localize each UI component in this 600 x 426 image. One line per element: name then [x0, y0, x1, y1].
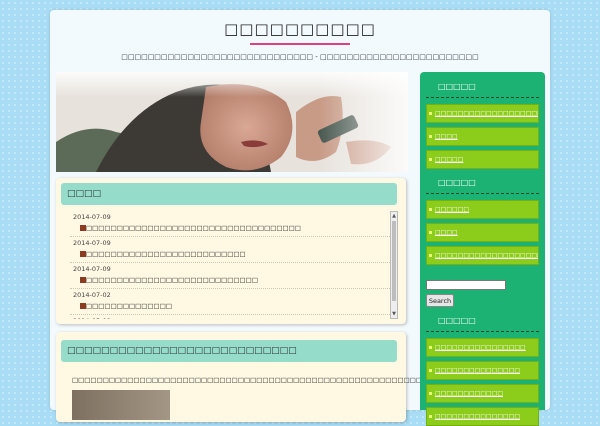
news-item: 2014-07-09 □□□□□□□□□□□□□□□□□□□□□□□□□□□□: [70, 263, 398, 289]
sidebar-item[interactable]: □□□□□□□□□□□□□□□□□□□□□: [426, 104, 539, 123]
bullet-icon: [429, 415, 432, 418]
bullet-icon: [429, 231, 432, 234]
scroll-up-icon[interactable]: ▲: [391, 212, 397, 220]
news-link[interactable]: □□□□□□□□□□□□□□: [86, 302, 172, 310]
news-link[interactable]: □□□□□□□□□□□□□□□□□□□□□□□□□□□□: [86, 276, 258, 284]
title-underline: [250, 43, 350, 45]
site-description: □□□□□□□□□□□□□□□□□□□□□□□□□□□□□ - □□□□□□□□…: [121, 53, 479, 61]
bullet-icon: [429, 135, 432, 138]
sidebar-item[interactable]: □□□□□□□□□□□□: [426, 384, 539, 403]
sidebar-item[interactable]: □□□□□□□□□□□□□□□: [426, 407, 539, 426]
news-date: 2014-07-02: [73, 291, 111, 299]
sidebar-item[interactable]: □□□□□□□□□□□□□□□: [426, 361, 539, 380]
sidebar-heading: □□□□□: [426, 310, 539, 332]
news-item: 2014-07-09 □□□□□□□□□□□□□□□□□□□□□□□□□□□□□…: [70, 211, 398, 237]
news-list[interactable]: 2014-07-09 □□□□□□□□□□□□□□□□□□□□□□□□□□□□□…: [70, 211, 398, 319]
sidebar-item[interactable]: □□□□: [426, 223, 539, 242]
news-date: 2014-07-09: [73, 265, 111, 273]
news-item: 2014-07-02 □□□□□□□□□□□□□□: [70, 289, 398, 315]
hero-image: [56, 72, 408, 172]
news-date: 2014-07-09: [73, 239, 111, 247]
sidebar-heading: □□□□□: [426, 172, 539, 194]
news-link[interactable]: □□□□□□□□□□□□□□□□□□□□□□□□□□: [86, 250, 246, 258]
sidebar: □□□□□ □□□□□□□□□□□□□□□□□□ □□□ □ □□□ □□ □□□ □…: [420, 72, 545, 426]
bullet-icon: [429, 208, 432, 211]
sidebar-heading: □□□□□: [426, 76, 539, 98]
news-date: 2014-05-08: [73, 317, 111, 319]
article-thumbnail: [72, 390, 170, 420]
news-link[interactable]: □□□□□□□□□□□□□□□□□□□□□□□□□□□□□□□□□□□: [86, 224, 301, 232]
news-date: 2014-07-09: [73, 213, 111, 221]
scroll-thumb[interactable]: [392, 221, 396, 301]
bullet-icon: [429, 369, 432, 372]
sidebar-item[interactable]: □□□□□: [426, 150, 539, 169]
site-title[interactable]: □□□□□□□□□□: [50, 20, 550, 38]
bullet-icon: [429, 158, 432, 161]
news-item: 2014-07-09 □□□□□□□□□□□□□□□□□□□□□□□□□□: [70, 237, 398, 263]
bullet-icon: [429, 346, 432, 349]
sidebar-item[interactable]: □□□□□□: [426, 200, 539, 219]
sidebar-item[interactable]: □□□□□□□□□□□□□□□□: [426, 338, 539, 357]
scroll-down-icon[interactable]: ▼: [391, 310, 397, 318]
sidebar-item[interactable]: □□□□□□□□□□□□□□□□□□□□□□: [426, 246, 539, 265]
bullet-icon: [429, 254, 432, 257]
article-box: □□□□□□□□□□□□□□□□□□□□□□□□□□□ □□□□□□□□□□□□…: [56, 332, 434, 422]
article-heading[interactable]: □□□□□□□□□□□□□□□□□□□□□□□□□□□: [61, 340, 397, 362]
sidebar-item[interactable]: □□□□: [426, 127, 539, 146]
bullet-icon: [429, 392, 432, 395]
article-text: □□□□□□□□□□□□□□□□□□□□□□□□□□□□□□□□□□□□□□□□…: [72, 376, 435, 384]
news-box: □□□□ 2014-07-09 □□□□□□□□□□□□□□□□□□□□□□□□…: [56, 178, 406, 324]
news-scrollbar[interactable]: ▲ ▼: [390, 211, 398, 319]
news-heading: □□□□: [61, 183, 397, 205]
page-container: □□□□□□□□□□ □□□□□□□□□□□□□□□□□□□□□□□□□□□□□…: [50, 10, 550, 426]
search-button[interactable]: Search: [426, 294, 454, 307]
bullet-icon: [429, 112, 432, 115]
search-input[interactable]: [426, 280, 506, 290]
news-item: 2014-05-08 □□□□□□□□□□□□□□□□: [70, 315, 398, 319]
